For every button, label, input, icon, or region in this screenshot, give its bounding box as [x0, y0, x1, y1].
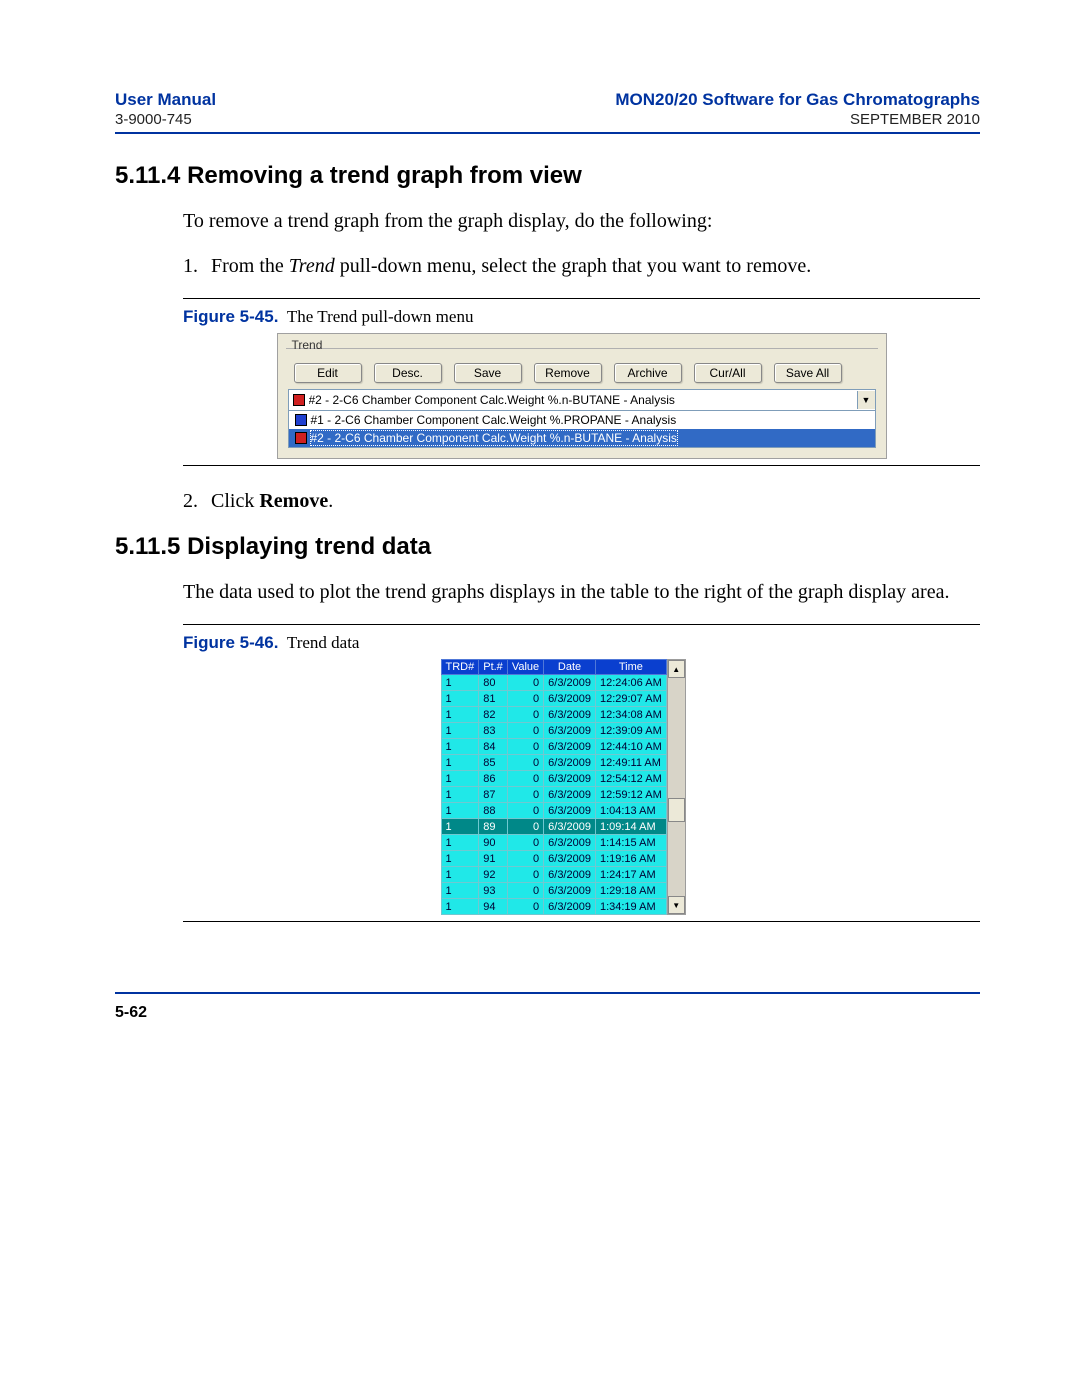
saveall-button[interactable]: Save All: [774, 363, 842, 383]
table-row[interactable]: 18706/3/200912:59:12 AM: [441, 787, 666, 803]
scrollbar[interactable]: ▲ ▼: [667, 659, 686, 915]
table-header-row: TRD#Pt.#ValueDateTime: [441, 660, 666, 675]
header-date: SEPTEMBER 2010: [615, 111, 980, 128]
figure-rule-bottom-46: [183, 921, 980, 922]
doc-number: 3-9000-745: [115, 111, 216, 128]
page-number: 5-62: [115, 1004, 980, 1022]
trend-combo-list: #1 - 2-C6 Chamber Component Calc.Weight …: [288, 411, 876, 448]
table-row[interactable]: 18306/3/200912:39:09 AM: [441, 723, 666, 739]
table-row[interactable]: 19106/3/20091:19:16 AM: [441, 851, 666, 867]
table-row[interactable]: 18206/3/200912:34:08 AM: [441, 707, 666, 723]
software-title: MON20/20 Software for Gas Chromatographs: [615, 90, 980, 110]
combo-option[interactable]: #1 - 2-C6 Chamber Component Calc.Weight …: [289, 411, 875, 429]
manual-title: User Manual: [115, 90, 216, 110]
scroll-track[interactable]: [668, 822, 685, 896]
table-row[interactable]: 18106/3/200912:29:07 AM: [441, 691, 666, 707]
column-header: Value: [507, 660, 543, 675]
trend-data-table-wrap: TRD#Pt.#ValueDateTime 18006/3/200912:24:…: [441, 659, 723, 915]
combo-option[interactable]: #2 - 2-C6 Chamber Component Calc.Weight …: [289, 429, 875, 447]
trend-panel: Trend Edit Desc. Save Remove Archive Cur/All S…: [277, 333, 887, 459]
combo-selected-text: #2 - 2-C6 Chamber Component Calc.Weight …: [309, 393, 857, 407]
figure-46-caption: Figure 5-46. Trend data: [183, 633, 980, 653]
table-row[interactable]: 18406/3/200912:44:10 AM: [441, 739, 666, 755]
table-row[interactable]: 18006/3/200912:24:06 AM: [441, 675, 666, 691]
column-header: Pt.#: [479, 660, 508, 675]
column-header: Time: [595, 660, 666, 675]
table-row[interactable]: 18506/3/200912:49:11 AM: [441, 755, 666, 771]
trend-group-label: Trend: [292, 338, 323, 352]
table-row[interactable]: 19006/3/20091:14:15 AM: [441, 835, 666, 851]
figure-rule-top-46: [183, 624, 980, 625]
trend-data-table: TRD#Pt.#ValueDateTime 18006/3/200912:24:…: [441, 659, 667, 915]
remove-button[interactable]: Remove: [534, 363, 602, 383]
page-header: User Manual 3-9000-745 MON20/20 Software…: [115, 90, 980, 128]
header-rule: [115, 132, 980, 134]
table-row[interactable]: 18806/3/20091:04:13 AM: [441, 803, 666, 819]
step-2: 2. Click Remove.: [183, 488, 980, 515]
figure-rule-top-45: [183, 298, 980, 299]
table-row[interactable]: 18906/3/20091:09:14 AM: [441, 819, 666, 835]
color-swatch-icon: [295, 414, 307, 426]
scroll-down-icon[interactable]: ▼: [668, 896, 685, 914]
section2-intro: The data used to plot the trend graphs d…: [183, 579, 980, 606]
save-button[interactable]: Save: [454, 363, 522, 383]
section-heading-5-11-4: 5.11.4 Removing a trend graph from view: [115, 162, 980, 190]
chevron-down-icon[interactable]: ▼: [857, 391, 875, 409]
table-row[interactable]: 19206/3/20091:24:17 AM: [441, 867, 666, 883]
edit-button[interactable]: Edit: [294, 363, 362, 383]
column-header: TRD#: [441, 660, 479, 675]
figure-45-caption: Figure 5-45. The Trend pull-down menu: [183, 307, 980, 327]
curall-button[interactable]: Cur/All: [694, 363, 762, 383]
combo-swatch-icon: [293, 394, 305, 406]
scroll-up-icon[interactable]: ▲: [668, 660, 685, 678]
desc-button[interactable]: Desc.: [374, 363, 442, 383]
footer-rule: [115, 992, 980, 994]
archive-button[interactable]: Archive: [614, 363, 682, 383]
figure-rule-bottom-45: [183, 465, 980, 466]
step-1: 1. From the Trend pull-down menu, select…: [183, 253, 980, 280]
table-row[interactable]: 19406/3/20091:34:19 AM: [441, 899, 666, 915]
table-row[interactable]: 18606/3/200912:54:12 AM: [441, 771, 666, 787]
table-row[interactable]: 19306/3/20091:29:18 AM: [441, 883, 666, 899]
trend-combo[interactable]: #2 - 2-C6 Chamber Component Calc.Weight …: [288, 389, 876, 411]
trend-button-row: Edit Desc. Save Remove Archive Cur/All Save Al…: [294, 363, 876, 383]
color-swatch-icon: [295, 432, 307, 444]
column-header: Date: [544, 660, 596, 675]
section-heading-5-11-5: 5.11.5 Displaying trend data: [115, 533, 980, 561]
section1-intro: To remove a trend graph from the graph d…: [183, 208, 980, 235]
scroll-thumb[interactable]: [668, 798, 685, 822]
